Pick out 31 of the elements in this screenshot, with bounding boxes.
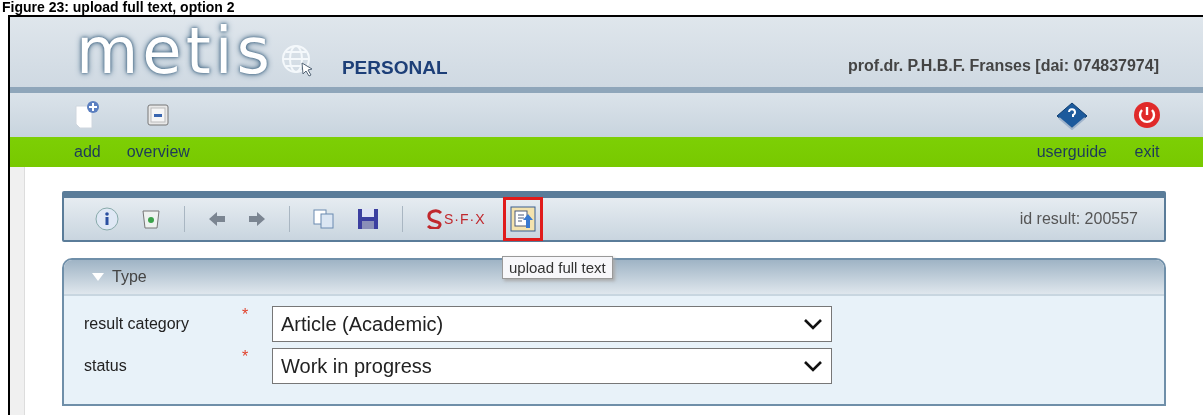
chevron-icon: [803, 318, 823, 330]
user-name: prof.dr. P.H.B.F. Franses [dai: 074837974]: [848, 57, 1159, 75]
help-book-icon[interactable]: [1054, 100, 1089, 130]
tooltip: upload full text: [502, 256, 613, 279]
add-link[interactable]: add: [74, 137, 101, 167]
upload-document-icon[interactable]: [509, 206, 536, 232]
app-logo: metis: [76, 21, 274, 81]
list-window-icon[interactable]: [147, 104, 170, 126]
id-result: id result: 200557: [1019, 210, 1138, 228]
chevron-icon: [803, 360, 823, 372]
left-arrow-icon[interactable]: [208, 211, 226, 227]
required-asterisk: *: [242, 348, 249, 365]
add-document-icon[interactable]: [74, 100, 101, 130]
dropdown-field[interactable]: Work in progress: [272, 348, 832, 384]
figure-caption: Figure 23: upload full text, option 2: [1, 0, 236, 15]
overview-link[interactable]: overview: [126, 137, 190, 167]
required-asterisk: *: [242, 306, 249, 323]
copy-icon[interactable]: [313, 209, 335, 229]
field-label: result category: [84, 315, 190, 333]
field-label: status: [84, 357, 128, 375]
userguide-link[interactable]: userguide: [1036, 137, 1107, 167]
trash-bin-icon[interactable]: [141, 208, 161, 230]
info-icon[interactable]: [95, 207, 119, 231]
swirl-icon[interactable]: [426, 209, 444, 229]
right-arrow-icon[interactable]: [248, 211, 266, 227]
power-icon[interactable]: [1133, 101, 1161, 129]
sfx-link[interactable]: S·F·X: [444, 211, 486, 227]
dropdown-field[interactable]: Article (Academic): [272, 306, 832, 342]
edition-label: PERSONAL: [341, 57, 448, 79]
panel-title: Type: [112, 268, 147, 286]
exit-link[interactable]: exit: [1133, 137, 1161, 167]
